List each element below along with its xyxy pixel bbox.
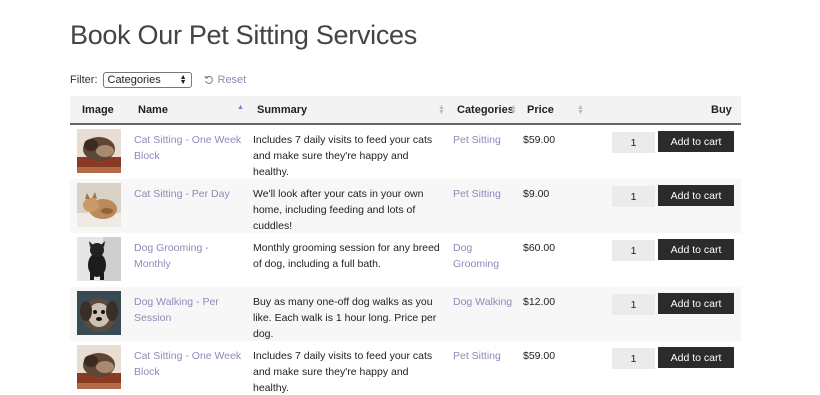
product-price: $59.00 (523, 134, 556, 146)
quantity-input[interactable]: 1 (612, 132, 655, 153)
product-price: $12.00 (523, 296, 556, 308)
table-row: Cat Sitting - One Week Block Includes 7 … (70, 125, 741, 179)
product-image[interactable] (77, 129, 121, 173)
product-price: $9.00 (523, 188, 550, 200)
quantity-input[interactable]: 1 (612, 240, 655, 261)
product-price: $60.00 (523, 242, 556, 254)
product-category-link[interactable]: Pet Sitting (453, 186, 513, 202)
table-row: Cat Sitting - Per Day We'll look after y… (70, 179, 741, 233)
header-categories[interactable]: Categories (457, 96, 514, 123)
product-summary: We'll look after your cats in your own h… (253, 188, 424, 232)
category-filter-select[interactable]: Categories ▲ ▼ (102, 71, 192, 88)
category-filter-value: Categories (107, 73, 161, 86)
product-summary: Monthly grooming session for any breed o… (253, 242, 440, 270)
product-price: $59.00 (523, 350, 556, 362)
product-name-link[interactable]: Cat Sitting - Per Day (134, 186, 244, 202)
product-image[interactable] (77, 183, 121, 227)
reset-icon (203, 75, 213, 84)
product-category-link[interactable]: Dog Walking (453, 294, 513, 310)
quantity-input[interactable]: 1 (612, 294, 655, 315)
table-row: Dog Grooming - Monthly Monthly grooming … (70, 233, 741, 287)
product-image[interactable] (77, 345, 121, 389)
header-name[interactable]: Name (138, 96, 168, 123)
sort-icon[interactable]: ▲ ▼ (577, 104, 584, 116)
sort-asc-icon[interactable]: ▲ (237, 104, 244, 111)
product-image[interactable] (77, 237, 121, 281)
add-to-cart-button[interactable]: Add to cart (658, 239, 734, 260)
product-summary: Includes 7 daily visits to feed your cat… (253, 134, 433, 178)
select-arrows-icon: ▲ ▼ (179, 73, 187, 86)
product-image[interactable] (77, 291, 121, 335)
quantity-input[interactable]: 1 (612, 186, 655, 207)
products-table: Image Name ▲ Summary ▲ ▼ Categories ▲ ▼ Pr… (70, 96, 741, 395)
product-name-link[interactable]: Cat Sitting - One Week Block (134, 348, 244, 380)
product-category-link[interactable]: Pet Sitting (453, 132, 513, 148)
product-category-link[interactable]: Dog Grooming (453, 240, 513, 272)
table-header: Image Name ▲ Summary ▲ ▼ Categories ▲ ▼ Pr… (70, 96, 741, 125)
filter-label: Filter: (70, 73, 98, 86)
reset-button[interactable]: Reset (203, 73, 247, 86)
add-to-cart-button[interactable]: Add to cart (658, 293, 734, 314)
quantity-input[interactable]: 1 (612, 348, 655, 369)
header-image: Image (82, 103, 114, 116)
product-name-link[interactable]: Cat Sitting - One Week Block (134, 132, 244, 164)
sort-icon[interactable]: ▲ ▼ (438, 104, 445, 116)
add-to-cart-button[interactable]: Add to cart (658, 131, 734, 152)
fluffy-dog-photo-icon (77, 291, 121, 335)
header-buy: Buy (711, 103, 732, 116)
product-name-link[interactable]: Dog Walking - Per Session (134, 294, 244, 326)
header-price[interactable]: Price (527, 96, 554, 123)
kitten-photo-icon (77, 183, 121, 227)
filter-bar: Filter: Categories ▲ ▼ Reset (70, 71, 246, 88)
cat-photo-icon (77, 129, 121, 173)
table-row: Dog Walking - Per Session Buy as many on… (70, 287, 741, 341)
add-to-cart-button[interactable]: Add to cart (658, 185, 734, 206)
product-name-link[interactable]: Dog Grooming - Monthly (134, 240, 244, 272)
product-category-link[interactable]: Pet Sitting (453, 348, 513, 364)
product-summary: Buy as many one-off dog walks as you lik… (253, 296, 437, 340)
sort-icon[interactable]: ▲ ▼ (510, 104, 517, 116)
page-title: Book Our Pet Sitting Services (70, 20, 417, 50)
add-to-cart-button[interactable]: Add to cart (658, 347, 734, 368)
reset-label: Reset (217, 73, 247, 86)
product-summary: Includes 7 daily visits to feed your cat… (253, 350, 433, 394)
cat-photo-icon (77, 345, 121, 389)
header-summary[interactable]: Summary (257, 96, 307, 123)
black-dog-photo-icon (77, 237, 121, 281)
table-row: Cat Sitting - One Week Block Includes 7 … (70, 341, 741, 395)
